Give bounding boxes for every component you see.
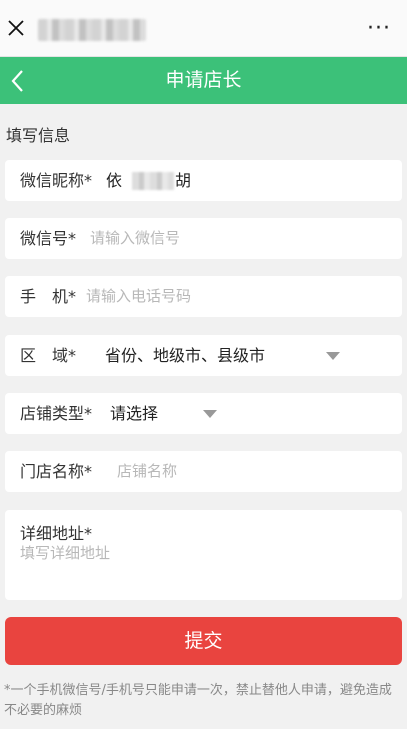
shop-name-label: 门店名称* [20,462,93,481]
page-header: 申请店长 [0,57,407,104]
wechat-nick-value-end: 胡 [175,171,192,190]
wechat-id-placeholder: 请输入微信号 [90,229,181,247]
wechat-nick-field[interactable]: 微信昵称* 依 胡 [5,160,402,201]
shop-type-label: 店铺类型* [20,404,93,423]
region-select[interactable]: 区 域* 省份、地级市、县级市 [5,335,402,376]
shop-name-field[interactable]: 门店名称* 店铺名称 [5,451,402,492]
region-label: 区 域* [20,346,77,365]
phone-placeholder: 请输入电话号码 [86,287,192,305]
dropdown-arrow-icon [203,410,217,418]
address-placeholder: 填写详细地址 [20,544,111,562]
shop-type-select[interactable]: 店铺类型* 请选择 [5,393,402,434]
wechat-id-field[interactable]: 微信号* 请输入微信号 [5,218,402,259]
region-value: 省份、地级市、县级市 [105,346,266,365]
blurred-nick [132,172,174,190]
page-title: 申请店长 [165,69,242,91]
address-label: 详细地址* [20,524,93,543]
dropdown-arrow-icon [326,352,340,360]
wechat-id-label: 微信号* [20,229,77,248]
close-icon[interactable] [8,20,24,36]
footnote: *一个手机微信号/手机号只能申请一次，禁止替他人申请，避免造成不必要的麻烦 [4,683,392,718]
address-field[interactable]: 详细地址* 填写详细地址 [5,510,402,600]
submit-button[interactable]: 提交 [5,617,402,665]
phone-label: 手 机* [20,287,77,306]
phone-field[interactable]: 手 机* 请输入电话号码 [5,276,402,317]
top-bar: ··· [0,0,407,57]
wechat-nick-value-start: 依 [106,171,123,190]
blurred-title [38,19,146,41]
shop-name-placeholder: 店铺名称 [117,462,178,480]
more-icon[interactable]: ··· [367,18,391,40]
wechat-nick-label: 微信昵称* [20,171,93,190]
section-title: 填写信息 [6,126,71,145]
shop-type-value: 请选择 [110,404,159,423]
